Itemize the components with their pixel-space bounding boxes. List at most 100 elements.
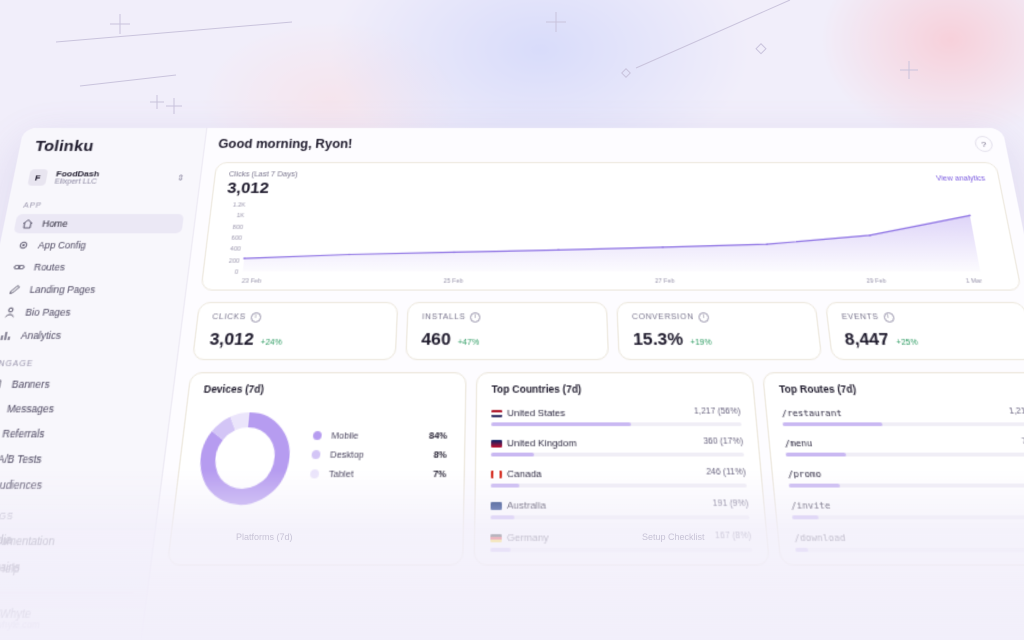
legend-row-desktop: Desktop 8%	[311, 448, 447, 460]
sidebar-item-app-config[interactable]: App Config	[9, 235, 181, 255]
sidebar-item-label: Messages	[6, 402, 56, 415]
chart-total: 3,012	[226, 179, 270, 198]
help-button[interactable]: ?	[973, 135, 995, 152]
legend-label: Desktop	[329, 448, 365, 460]
info-icon[interactable]: i	[882, 312, 895, 323]
sidebar-item-messages[interactable]: Messages	[0, 398, 160, 420]
progress-fill	[490, 483, 519, 488]
devices-donut-chart	[190, 407, 299, 510]
country-row[interactable]: Australia 191 (9%)	[490, 499, 750, 520]
donut-slice-desktop[interactable]	[217, 423, 232, 435]
sidebar-item-home[interactable]: Home	[13, 214, 185, 234]
progress-fill	[782, 422, 884, 427]
route-row[interactable]: /menu 728	[784, 437, 1024, 457]
route-row[interactable]: /download157	[793, 531, 1024, 552]
route-path: /invite	[790, 499, 832, 512]
y-tick-label: 200	[229, 258, 240, 265]
user-email: ryon@whyte.com	[0, 620, 41, 631]
route-path: /promo	[787, 468, 822, 480]
progress-track	[490, 483, 747, 488]
stat-label: INSTALLS	[421, 313, 466, 322]
stat-card-events[interactable]: EVENTS i 8,447 +25%	[824, 301, 1024, 361]
countries-panel: Top Countries (7d) United States 1,217 (5…	[473, 372, 771, 566]
sidebar-item-referrals[interactable]: Referrals	[0, 422, 156, 445]
info-icon[interactable]: i	[470, 312, 481, 323]
route-row[interactable]: /restaurant 1,213	[781, 407, 1024, 427]
country-value: 167 (8%)	[714, 531, 752, 541]
main-content: Good morning, Ryon! ? Clicks (Last 7 Day…	[141, 128, 1024, 640]
chevron-updown-icon: ⇕	[176, 172, 186, 183]
progress-fill	[788, 483, 841, 488]
sidebar-item-ab-tests[interactable]: A/B Tests	[0, 448, 153, 471]
devices-panel: Devices (7d) Mobile 84% Desktop 8% Table…	[166, 372, 467, 566]
progress-fill	[490, 547, 512, 552]
bar-chart-icon	[0, 330, 13, 342]
germany-flag-icon	[490, 534, 502, 543]
progress-fill	[785, 452, 847, 457]
x-tick-label: 23 Feb	[241, 278, 261, 285]
country-row[interactable]: United Kingdom 360 (17%)	[491, 437, 745, 457]
progress-track	[782, 422, 1024, 427]
uk-flag-icon	[491, 439, 503, 448]
us-flag-icon	[491, 409, 503, 418]
y-tick-label: 0	[234, 269, 238, 276]
home-icon	[21, 218, 34, 229]
gear-icon	[17, 240, 30, 251]
person-icon	[3, 307, 17, 318]
progress-fill	[491, 452, 535, 457]
sidebar-item-bio-pages[interactable]: Bio Pages	[0, 302, 172, 323]
stat-card-conversion[interactable]: CONVERSION i 15.3% +19%	[616, 301, 823, 361]
user-menu[interactable]: RW Ryon Whyte ryon@whyte.com	[0, 592, 134, 631]
stat-card-installs[interactable]: INSTALLS i 460 +47%	[405, 301, 610, 361]
sidebar-item-label: Referrals	[1, 427, 46, 440]
stat-delta: +19%	[690, 338, 713, 348]
chart-label: Clicks (Last 7 Days)	[228, 171, 298, 179]
sidebar-item-routes[interactable]: Routes	[5, 257, 179, 277]
sidebar-item-label: Documentation	[0, 534, 56, 548]
sidebar-item-label: A/B Tests	[0, 452, 43, 466]
org-switcher[interactable]: F FoodDash Elixpert LLC ⇕	[22, 165, 190, 190]
panel-title: Top Routes (7d)	[778, 382, 857, 396]
sidebar-item-banners[interactable]: Banners	[0, 373, 163, 395]
australia-flag-icon	[490, 501, 502, 510]
sidebar-item-analytics[interactable]: Analytics	[0, 325, 169, 346]
sidebar-item-label: Analytics	[20, 329, 63, 342]
link-icon	[12, 262, 26, 273]
progress-track	[491, 452, 745, 457]
country-row[interactable]: United States 1,217 (56%)	[491, 407, 742, 427]
country-name: United Kingdom	[507, 437, 577, 449]
legend-value: 8%	[433, 448, 447, 460]
route-path: /download	[793, 531, 847, 544]
section-label-app: APP	[22, 202, 43, 210]
donut-slice-tablet[interactable]	[233, 420, 249, 424]
route-row[interactable]: /invite306	[790, 499, 1024, 520]
stat-delta: +25%	[895, 338, 919, 348]
y-tick-label: 1K	[236, 213, 245, 219]
sidebar-item-audiences[interactable]: Audiences	[0, 473, 150, 497]
legend-value: 84%	[428, 429, 448, 441]
view-analytics-link[interactable]: View analytics	[936, 175, 986, 182]
stat-value: 3,012	[208, 329, 255, 350]
canada-flag-icon	[490, 470, 503, 479]
info-icon[interactable]: i	[698, 312, 710, 323]
legend-label: Mobile	[331, 429, 359, 441]
sidebar-item-documentation[interactable]: Documentation	[0, 529, 142, 554]
series-area	[242, 215, 981, 272]
x-tick-label: 1 Mar	[965, 278, 983, 285]
progress-fill	[791, 515, 819, 520]
progress-track	[490, 515, 750, 520]
stat-card-clicks[interactable]: CLICKS i 3,012 +24%	[191, 301, 399, 361]
info-icon[interactable]: i	[250, 312, 262, 323]
app-logo[interactable]: Tolinku	[34, 138, 190, 155]
legend-row-mobile: Mobile 84%	[312, 429, 448, 441]
setup-checklist-heading: Setup Checklist	[642, 532, 705, 542]
sidebar-item-landing-pages[interactable]: Landing Pages	[0, 279, 175, 299]
route-path: /menu	[784, 437, 813, 449]
country-row[interactable]: Canada 246 (11%)	[490, 468, 747, 488]
sidebar-item-get-help[interactable]: Get Help	[0, 556, 139, 581]
progress-track	[791, 515, 1024, 520]
section-label-settings: SETTINGS	[0, 512, 15, 523]
route-row[interactable]: /promo606	[787, 468, 1024, 488]
country-row[interactable]: Germany 167 (8%)	[490, 531, 753, 552]
country-name: Canada	[506, 468, 542, 480]
